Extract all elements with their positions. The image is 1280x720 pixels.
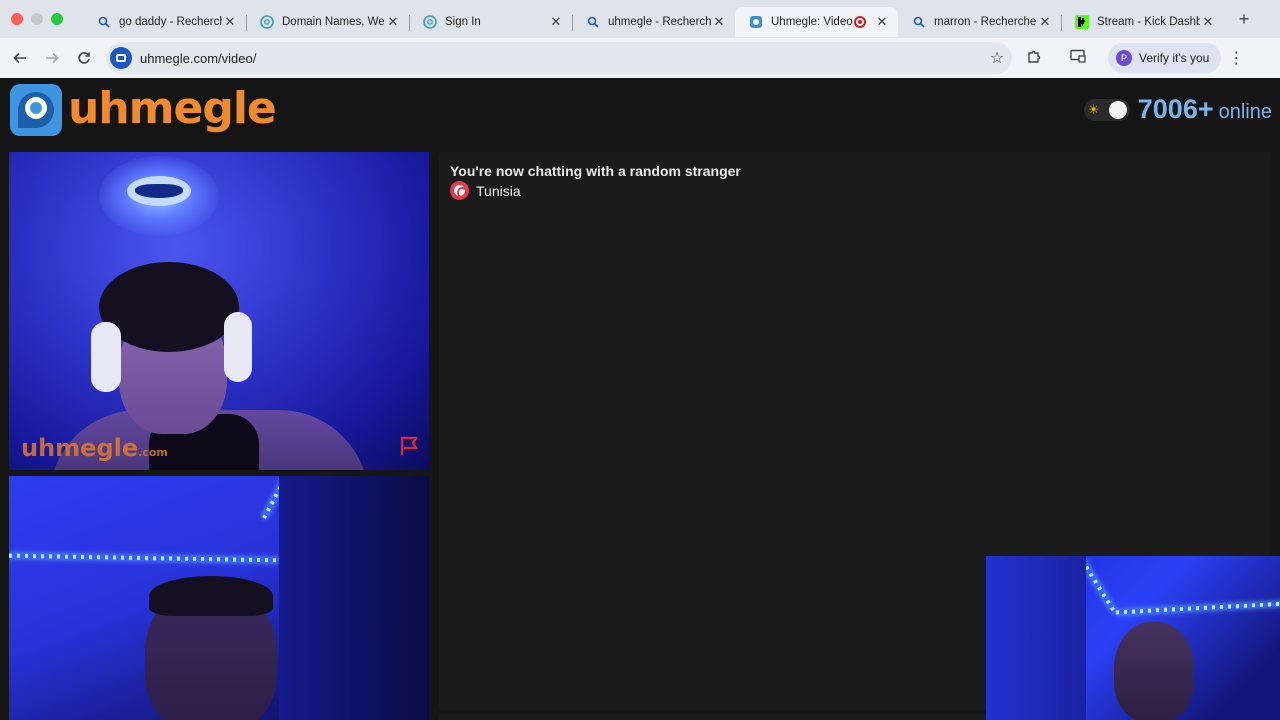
browser-tab[interactable]: Domain Names, Websites ✕ xyxy=(246,7,409,37)
site-header: uhmegle ☀ 7006+ online xyxy=(0,78,1280,144)
verify-label: Verify it's you xyxy=(1139,51,1210,65)
cloud-icon xyxy=(260,15,274,29)
tab-title: go daddy - Recherche xyxy=(119,16,222,28)
site-camera-icon[interactable] xyxy=(110,47,132,69)
led-strip xyxy=(1116,601,1280,615)
browser-tab[interactable]: go daddy - Recherche ✕ xyxy=(83,7,246,37)
online-count: 7006+ xyxy=(1137,94,1214,124)
tab-title: Uhmegle: Video xyxy=(771,16,853,28)
wall-corner xyxy=(279,476,429,720)
uhmegle-icon xyxy=(749,15,763,29)
tab-title: marron - Recherche xyxy=(934,16,1037,28)
logo-text: uhmegle xyxy=(68,83,277,134)
forward-arrow-icon[interactable] xyxy=(36,42,68,74)
tab-title: Sign In xyxy=(445,16,481,28)
browser-toolbar: uhmegle.com/video/ ☆ P Verify it's you ⋮ xyxy=(0,38,1280,78)
back-arrow-icon[interactable] xyxy=(4,42,36,74)
online-label: online xyxy=(1218,101,1272,123)
search-icon xyxy=(97,15,111,29)
browser-tab[interactable]: marron - Recherche ✕ xyxy=(898,7,1061,37)
tab-title: uhmegle - Recherche xyxy=(608,16,711,28)
search-icon xyxy=(912,15,926,29)
browser-tab-active[interactable]: Uhmegle: Video ✕ xyxy=(735,7,898,37)
stranger-country: Tunisia xyxy=(450,181,521,200)
watermark-text: uhmegle xyxy=(21,434,139,462)
tab-close-icon[interactable]: ✕ xyxy=(1200,14,1216,30)
self-hair xyxy=(149,576,273,616)
uhmegle-watermark: uhmegle.com xyxy=(21,434,168,462)
kick-icon xyxy=(1075,15,1089,29)
chat-input-area[interactable] xyxy=(439,714,986,720)
profile-avatar: P xyxy=(1116,50,1132,66)
headphone-right xyxy=(224,312,252,382)
verify-identity-button[interactable]: P Verify it's you xyxy=(1108,43,1222,73)
close-window-button[interactable] xyxy=(11,13,23,25)
self-preview-face xyxy=(1114,622,1194,720)
address-bar[interactable]: uhmegle.com/video/ ☆ xyxy=(106,42,1012,74)
browser-tab[interactable]: Stream - Kick Dashboard ✕ xyxy=(1061,7,1224,37)
cast-media-icon[interactable] xyxy=(1056,49,1100,67)
maximize-window-button[interactable] xyxy=(51,13,63,25)
tab-title: Domain Names, Websites xyxy=(282,16,385,28)
browser-tab[interactable]: uhmegle - Recherche ✕ xyxy=(572,7,735,37)
stranger-video: uhmegle.com xyxy=(9,152,429,470)
theme-toggle[interactable]: ☀ xyxy=(1083,98,1130,121)
tab-title: Stream - Kick Dashboard xyxy=(1097,16,1200,28)
tab-close-icon[interactable]: ✕ xyxy=(548,14,564,30)
tab-close-icon[interactable]: ✕ xyxy=(711,14,727,30)
minimize-window-button[interactable] xyxy=(31,13,43,25)
extensions-icon[interactable] xyxy=(1012,49,1056,68)
recording-icon xyxy=(854,16,866,28)
report-flag-icon[interactable] xyxy=(399,436,421,456)
cloud-icon xyxy=(423,15,437,29)
led-strip xyxy=(9,553,280,563)
tab-close-icon[interactable]: ✕ xyxy=(385,14,401,30)
chat-status-message: You're now chatting with a random strang… xyxy=(450,163,741,179)
page-content: uhmegle ☀ 7006+ online uhmegle.com You'r… xyxy=(0,78,1280,720)
reload-icon[interactable] xyxy=(68,42,100,74)
url-text[interactable]: uhmegle.com/video/ xyxy=(140,51,982,66)
tab-close-icon[interactable]: ✕ xyxy=(1037,14,1053,30)
tab-close-icon[interactable]: ✕ xyxy=(874,14,890,30)
uhmegle-logo-icon xyxy=(10,84,62,136)
browser-tab-bar: go daddy - Recherche ✕ Domain Names, Web… xyxy=(0,0,1280,38)
watermark-suffix: .com xyxy=(138,446,168,459)
bat-signal-lamp xyxy=(127,176,191,206)
country-name: Tunisia xyxy=(476,182,521,199)
new-tab-button[interactable]: + xyxy=(1230,9,1258,30)
more-menu-icon[interactable]: ⋮ xyxy=(1221,48,1251,68)
sun-icon: ☀ xyxy=(1087,101,1100,117)
browser-tab[interactable]: Sign In ✕ xyxy=(409,7,572,37)
bookmark-star-icon[interactable]: ☆ xyxy=(982,48,1012,68)
headphone-left xyxy=(91,322,121,392)
tunisia-flag-icon xyxy=(450,181,469,200)
online-indicator: ☀ 7006+ online xyxy=(1083,94,1272,125)
self-video xyxy=(9,476,429,720)
self-preview-video[interactable] xyxy=(986,556,1280,720)
tab-close-icon[interactable]: ✕ xyxy=(222,14,238,30)
window-controls xyxy=(11,13,83,25)
search-icon xyxy=(586,15,600,29)
site-logo[interactable]: uhmegle xyxy=(10,83,277,136)
wall-corner xyxy=(986,556,1086,720)
toggle-knob xyxy=(1108,100,1127,119)
